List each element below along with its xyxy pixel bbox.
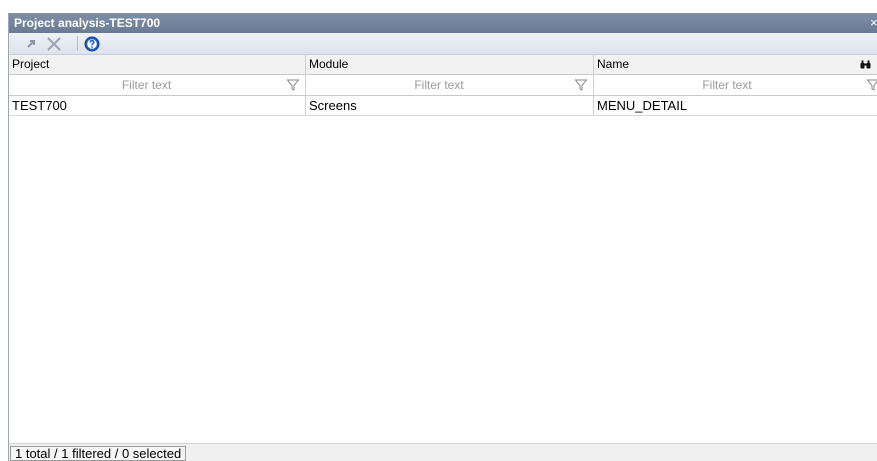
window-close-button[interactable]: × <box>870 13 877 33</box>
column-header-module[interactable]: Module <box>306 55 594 74</box>
filter-funnel-icon[interactable] <box>286 78 300 92</box>
column-header-label: Module <box>309 57 349 71</box>
close-icon <box>47 37 61 51</box>
toolbar-separator <box>77 36 78 51</box>
cell-module: Screens <box>306 96 594 115</box>
filter-funnel-icon[interactable] <box>574 78 588 92</box>
column-header-label: Name <box>597 57 630 71</box>
filter-funnel-icon[interactable] <box>866 78 877 92</box>
table-row[interactable]: TEST700 Screens MENU_DETAIL <box>9 96 877 116</box>
project-analysis-window: Project analysis-TEST700 × Project Modul… <box>8 13 877 461</box>
filter-row <box>9 75 877 96</box>
delete-button[interactable] <box>45 35 63 53</box>
binoculars-icon[interactable] <box>860 60 871 69</box>
help-icon <box>84 36 100 52</box>
filter-input-name[interactable] <box>594 75 860 95</box>
toolbar <box>9 33 877 55</box>
help-button[interactable] <box>83 35 101 53</box>
title-bar: Project analysis-TEST700 × <box>9 13 877 33</box>
column-header-label: Project <box>12 57 50 71</box>
column-header-name[interactable]: Name <box>594 55 877 74</box>
refresh-button[interactable] <box>22 35 40 53</box>
grid-header-row: Project Module Name <box>9 55 877 75</box>
refresh-arrow-icon <box>27 40 35 48</box>
cell-project: TEST700 <box>9 96 306 115</box>
status-bar: 1 total / 1 filtered / 0 selected <box>9 443 877 461</box>
window-title: Project analysis-TEST700 <box>14 16 161 30</box>
column-header-project[interactable]: Project <box>9 55 306 74</box>
filter-cell-project <box>9 75 306 95</box>
cell-name: MENU_DETAIL <box>597 98 688 113</box>
filter-cell-name <box>594 75 877 95</box>
filter-cell-module <box>306 75 594 95</box>
filter-input-project[interactable] <box>9 75 284 95</box>
status-counts: 1 total / 1 filtered / 0 selected <box>10 446 187 461</box>
filter-input-module[interactable] <box>306 75 572 95</box>
